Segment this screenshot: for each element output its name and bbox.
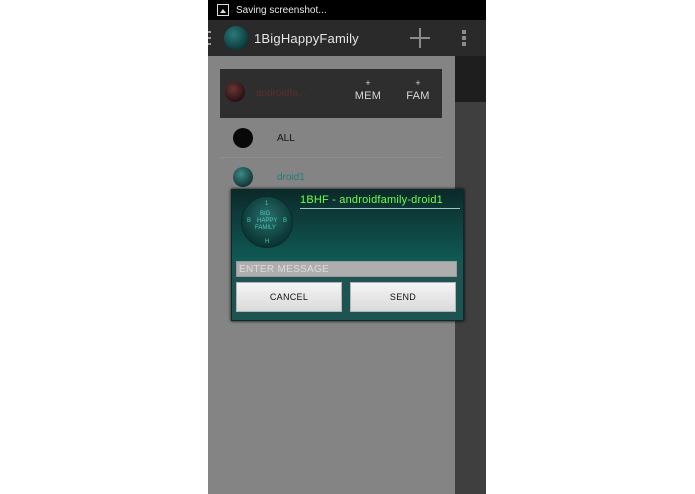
app-logo[interactable] [224, 26, 248, 50]
logo-word-big: BIG [260, 211, 271, 217]
member-row-all[interactable]: ALL [220, 119, 442, 158]
add-family-label: FAM [406, 90, 430, 102]
logo-word-family: FAMILY [255, 225, 276, 231]
title-divider [300, 208, 460, 209]
family-avatar [225, 82, 245, 102]
member-name: ALL [277, 133, 295, 144]
logo-letter-top: 1 [265, 201, 269, 207]
logo-letter-bottom: H [265, 239, 270, 245]
add-family-plus: + [415, 78, 421, 88]
status-bar: Saving screenshot... [208, 0, 486, 20]
screenshot-icon [217, 4, 229, 16]
member-avatar [233, 128, 253, 148]
cancel-button[interactable]: CANCEL [236, 282, 342, 312]
action-bar: 1BigHappyFamily [208, 20, 486, 56]
logo-letter-left: B [247, 218, 252, 224]
drawer-indicator-icon[interactable] [208, 31, 211, 45]
family-name: androidfa... [256, 88, 307, 99]
send-message-dialog: 1 BIG B HAPPY B FAMILY H 1BHF - androidf… [231, 189, 464, 321]
send-button[interactable]: SEND [350, 282, 456, 312]
family-header[interactable]: androidfa... + MEM + FAM [220, 69, 442, 118]
background-strip [455, 56, 486, 102]
message-input[interactable] [236, 261, 457, 277]
dialog-title: 1BHF - androidfamily-droid1 [300, 194, 443, 206]
member-avatar [233, 167, 253, 187]
app-title: 1BigHappyFamily [254, 31, 359, 46]
add-member-label: MEM [354, 90, 382, 102]
logo-word-happy: HAPPY [257, 218, 278, 224]
add-icon[interactable] [410, 28, 430, 48]
member-name: droid1 [277, 172, 305, 183]
dialog-logo: 1 BIG B HAPPY B FAMILY H [241, 196, 293, 248]
add-member-button[interactable]: + MEM [352, 79, 384, 104]
add-family-button[interactable]: + FAM [402, 79, 434, 104]
overflow-menu-icon[interactable] [462, 30, 466, 48]
status-text: Saving screenshot... [236, 4, 327, 16]
add-member-plus: + [365, 78, 371, 88]
logo-letter-right: B [283, 218, 288, 224]
